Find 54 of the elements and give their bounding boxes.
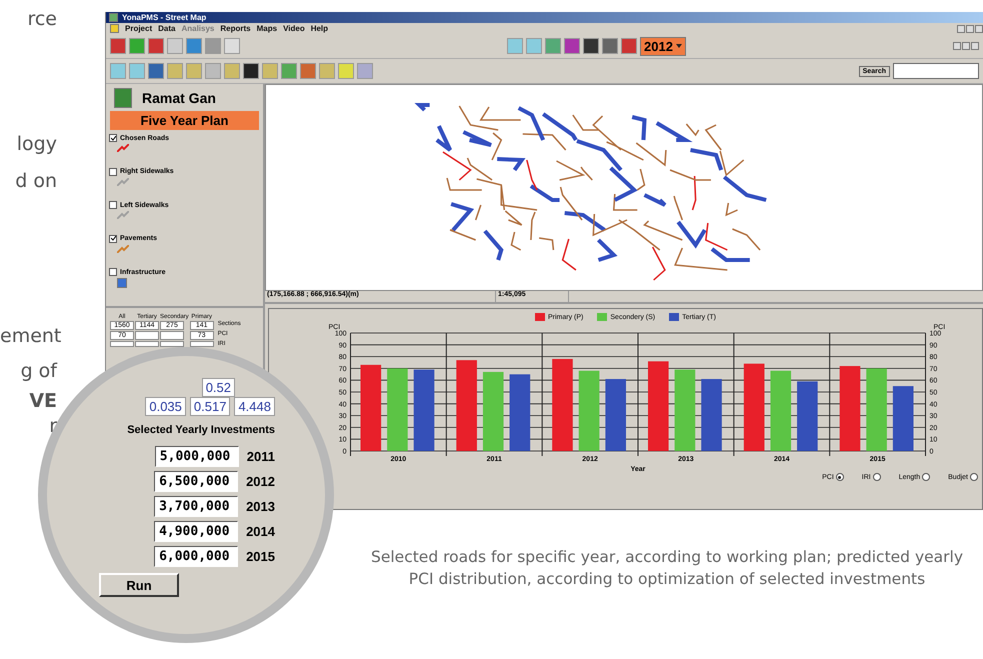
- table-cell: [190, 341, 214, 347]
- table-cell: 0.035: [145, 397, 186, 416]
- chart-bar: [605, 379, 626, 451]
- body-text-fragment: r: [48, 415, 58, 439]
- plan-title: Five Year Plan: [110, 111, 259, 130]
- year-label: 2014: [246, 524, 275, 539]
- chart-bar: [892, 386, 914, 451]
- table-cell: 0.517: [190, 397, 230, 416]
- city-emblem-icon: [114, 88, 132, 108]
- table-cell: [135, 331, 159, 340]
- city-name: Ramat Gan: [142, 90, 216, 106]
- investment-field[interactable]: 3,700,000: [154, 496, 238, 517]
- body-text-fragment: VE: [28, 390, 58, 414]
- year-dropdown[interactable]: 2012: [640, 36, 686, 56]
- layer-checkbox[interactable]: [109, 168, 117, 176]
- layer-checkbox[interactable]: [109, 234, 117, 243]
- table-cell: 0.52: [202, 378, 235, 397]
- investment-field[interactable]: 5,000,000: [154, 446, 239, 467]
- layer-checkbox[interactable]: [109, 268, 117, 276]
- toolbar-icon[interactable]: [602, 38, 618, 54]
- window-title: YonaPMS - Street Map: [122, 13, 206, 22]
- search-field[interactable]: [893, 63, 979, 79]
- layer-checkbox[interactable]: [109, 201, 117, 210]
- menu-item[interactable]: Help: [310, 24, 328, 33]
- investment-field[interactable]: 6,500,000: [154, 471, 238, 492]
- body-text-fragment: ement: [0, 325, 62, 349]
- investment-field[interactable]: 6,000,000: [154, 546, 238, 567]
- toolbar-icon[interactable]: [243, 63, 259, 79]
- year-label: 2013: [246, 499, 275, 514]
- body-text-fragment: rce: [26, 8, 58, 32]
- menu-item[interactable]: Project: [125, 24, 152, 33]
- layer-checkbox[interactable]: [109, 134, 117, 142]
- section-title: Selected Yearly Investments: [127, 424, 275, 436]
- body-text-fragment: d on: [14, 170, 58, 194]
- investment-field[interactable]: 4,900,000: [154, 521, 238, 542]
- menu-item[interactable]: Data: [158, 24, 176, 33]
- figure-caption: Selected roads for specific year, according to working plan; predicted yearly PCI distribution, according to optimization of selected investments: [370, 547, 964, 590]
- menu-item[interactable]: Reports: [220, 24, 251, 33]
- map-view[interactable]: [265, 84, 983, 291]
- chart-bar: [701, 379, 722, 451]
- year-label: 2015: [246, 549, 275, 564]
- year-label: 2011: [246, 449, 275, 464]
- year-label: 2012: [246, 474, 275, 489]
- table-cell: 4.448: [234, 397, 275, 416]
- menu-item[interactable]: Maps: [256, 24, 278, 33]
- chart-bar: [797, 381, 818, 451]
- table-cell: [160, 331, 184, 340]
- menu-item[interactable]: Video: [283, 24, 305, 33]
- body-text-fragment: g of: [20, 360, 58, 384]
- run-button[interactable]: Run: [99, 573, 179, 597]
- caret-icon: [676, 44, 682, 48]
- toolbar-icon[interactable]: [564, 38, 580, 54]
- toolbar-icon[interactable]: [583, 38, 600, 54]
- body-text-fragment: logy: [16, 133, 58, 157]
